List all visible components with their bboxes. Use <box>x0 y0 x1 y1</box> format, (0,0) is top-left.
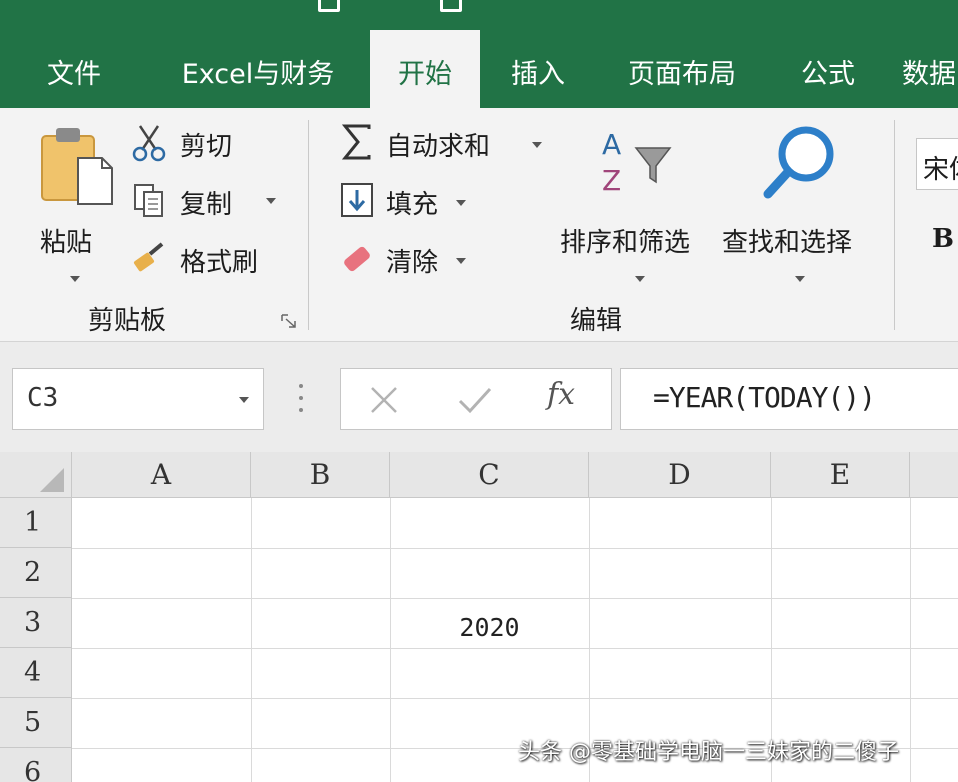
chevron-down-icon <box>70 276 80 282</box>
autosum-button[interactable]: 自动求和 <box>340 122 550 166</box>
cell-c3[interactable]: 2020 <box>390 602 589 652</box>
magnifier-icon <box>763 126 834 199</box>
fill-button[interactable]: 填充 <box>340 180 480 224</box>
format-painter-button[interactable]: 格式刷 <box>132 240 282 280</box>
clipboard-group-label: 剪贴板 <box>88 306 167 336</box>
sort-filter-icon: A Z <box>602 128 672 197</box>
enter-icon[interactable] <box>457 383 493 417</box>
chevron-down-icon <box>266 198 276 204</box>
row-header-2[interactable]: 2 <box>0 548 72 598</box>
format-painter-icon <box>133 242 164 272</box>
copy-label: 复制 <box>180 190 233 220</box>
eraser-icon <box>344 246 370 272</box>
quick-access-icon[interactable] <box>440 0 462 12</box>
tab-page-layout[interactable]: 页面布局 <box>604 30 760 108</box>
group-separator <box>894 120 895 330</box>
tab-file[interactable]: 文件 <box>26 30 122 108</box>
svg-text:A: A <box>602 128 621 161</box>
fill-label: 填充 <box>386 190 439 220</box>
chevron-down-icon <box>456 258 466 264</box>
svg-text:Z: Z <box>602 164 621 197</box>
find-select-label: 查找和选择 <box>722 228 853 258</box>
group-separator <box>308 120 309 330</box>
format-painter-label: 格式刷 <box>180 248 259 278</box>
ribbon: 粘贴 剪切 复制 格式刷 剪贴板 自动求和 填充 清除 A Z 排序和筛选 查找… <box>0 108 958 342</box>
paste-icon <box>41 128 113 205</box>
insert-function-icon[interactable]: fx <box>547 377 575 412</box>
chevron-down-icon <box>532 142 542 148</box>
row-header-1[interactable]: 1 <box>0 498 72 548</box>
title-bar: 文件 Excel与财务 开始 插入 页面布局 公式 数据 <box>0 0 958 108</box>
tab-insert[interactable]: 插入 <box>492 30 584 108</box>
name-box-value: C3 <box>27 383 59 413</box>
tab-data[interactable]: 数据 <box>902 30 958 108</box>
sort-filter-button[interactable]: A Z 排序和筛选 <box>558 122 712 282</box>
paste-button[interactable]: 粘贴 <box>30 122 114 282</box>
chevron-down-icon <box>795 276 805 282</box>
column-header-f[interactable] <box>910 452 958 498</box>
copy-button[interactable]: 复制 <box>132 182 282 222</box>
row-header-3[interactable]: 3 <box>0 598 72 648</box>
quick-access-icon[interactable] <box>318 0 340 12</box>
row-header-6[interactable]: 6 <box>0 748 72 782</box>
row-header-5[interactable]: 5 <box>0 698 72 748</box>
worksheet-grid[interactable]: A B C D E 1 2 3 4 5 6 2020 <box>0 452 958 782</box>
formula-bar: C3 fx =YEAR(TODAY()) <box>0 342 958 452</box>
tab-home[interactable]: 开始 <box>370 30 480 108</box>
gridline <box>910 498 911 782</box>
find-select-button[interactable]: 查找和选择 <box>720 122 874 282</box>
clear-button[interactable]: 清除 <box>340 238 480 282</box>
chevron-down-icon <box>635 276 645 282</box>
resize-handle-icon[interactable] <box>298 382 304 414</box>
fill-down-icon <box>341 183 373 217</box>
column-header-e[interactable]: E <box>771 452 910 498</box>
gridline <box>72 698 958 699</box>
chevron-down-icon[interactable] <box>239 397 249 403</box>
select-all-button[interactable] <box>0 452 72 498</box>
column-header-a[interactable]: A <box>72 452 251 498</box>
formula-buttons: fx <box>340 368 612 430</box>
autosum-label: 自动求和 <box>386 132 491 162</box>
gridline <box>251 498 252 782</box>
tab-excel-finance[interactable]: Excel与财务 <box>162 30 354 108</box>
column-header-c[interactable]: C <box>390 452 589 498</box>
gridline <box>72 598 958 599</box>
copy-icon <box>134 184 163 217</box>
cut-label: 剪切 <box>180 132 233 162</box>
cancel-icon[interactable] <box>367 383 401 417</box>
scissors-icon <box>132 125 166 162</box>
dialog-launcher-icon[interactable] <box>280 313 298 329</box>
clear-label: 清除 <box>386 248 439 278</box>
chevron-down-icon <box>456 200 466 206</box>
bold-button[interactable]: B <box>932 224 954 254</box>
formula-value: =YEAR(TODAY()) <box>653 381 876 414</box>
editing-group-label: 编辑 <box>570 306 623 336</box>
row-header-4[interactable]: 4 <box>0 648 72 698</box>
tab-formulas[interactable]: 公式 <box>782 30 874 108</box>
formula-input[interactable]: =YEAR(TODAY()) <box>620 368 958 430</box>
gridline <box>72 548 958 549</box>
column-header-d[interactable]: D <box>589 452 771 498</box>
font-name-value: 宋体 <box>923 155 958 185</box>
name-box[interactable]: C3 <box>12 368 264 430</box>
watermark-text: 头条 @零基础学电脑一三妹家的二傻子 <box>518 740 899 765</box>
cut-button[interactable]: 剪切 <box>132 124 252 164</box>
select-all-triangle-icon <box>40 468 64 492</box>
paste-label: 粘贴 <box>40 228 93 258</box>
sort-filter-label: 排序和筛选 <box>560 228 691 258</box>
column-header-b[interactable]: B <box>251 452 390 498</box>
font-name-select[interactable]: 宋体 <box>916 138 958 190</box>
sigma-icon <box>342 124 371 160</box>
